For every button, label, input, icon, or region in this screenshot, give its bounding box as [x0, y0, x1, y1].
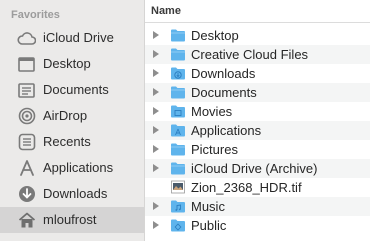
file-name: Movies: [191, 104, 233, 119]
home-icon: [17, 211, 36, 229]
folder-icon: [171, 86, 185, 99]
column-header-name[interactable]: Name: [145, 0, 370, 23]
download-icon: [17, 185, 36, 203]
sidebar-item-recents[interactable]: Recents: [0, 129, 144, 155]
disclosure-triangle-icon[interactable]: [153, 221, 159, 229]
disclosure-triangle-icon[interactable]: [153, 107, 159, 115]
list-item[interactable]: Desktop: [145, 26, 370, 45]
list-item[interactable]: Downloads: [145, 64, 370, 83]
folder-icon: [171, 29, 185, 42]
folder-icon: [171, 162, 185, 175]
file-name: Music: [191, 199, 225, 214]
disclosure-triangle-icon[interactable]: [153, 164, 159, 172]
clock-icon: [17, 133, 36, 151]
file-name: Downloads: [191, 66, 256, 81]
documents-icon: [17, 81, 36, 99]
airdrop-icon: [17, 107, 36, 125]
list-item[interactable]: Documents: [145, 83, 370, 102]
list-item[interactable]: Movies: [145, 102, 370, 121]
disclosure-triangle-icon[interactable]: [153, 69, 159, 77]
downloads-folder-icon: [171, 67, 185, 80]
sidebar-item-label: Desktop: [43, 56, 91, 71]
sidebar-item-mloufrost[interactable]: mloufrost: [0, 207, 144, 233]
desktop-icon: [17, 55, 36, 73]
disclosure-triangle-icon[interactable]: [153, 88, 159, 96]
disclosure-triangle-icon[interactable]: [153, 145, 159, 153]
list-item[interactable]: Music: [145, 197, 370, 216]
sidebar-item-label: Documents: [43, 82, 109, 97]
list-item[interactable]: Pictures: [145, 140, 370, 159]
file-name: Creative Cloud Files: [191, 47, 309, 62]
sidebar-section-title: Favorites: [11, 9, 60, 21]
list-item[interactable]: Public: [145, 216, 370, 235]
sidebar-item-label: AirDrop: [43, 108, 88, 123]
cloud-icon: [17, 29, 36, 47]
applications-icon: [17, 159, 36, 177]
file-name: Zion_2368_HDR.tif: [191, 180, 302, 195]
sidebar-item-icloud-drive[interactable]: iCloud Drive: [0, 25, 144, 51]
disclosure-triangle-icon[interactable]: [153, 31, 159, 39]
list-item[interactable]: Applications: [145, 121, 370, 140]
image-file-icon: [171, 180, 185, 194]
sidebar-item-label: Recents: [43, 134, 91, 149]
sidebar: Favorites iCloud Drive Desktop Documents…: [0, 0, 145, 241]
public-folder-icon: [171, 219, 185, 232]
applications-folder-icon: [171, 124, 185, 137]
sidebar-item-airdrop[interactable]: AirDrop: [0, 103, 144, 129]
folder-icon: [171, 48, 185, 61]
disclosure-triangle-icon[interactable]: [153, 50, 159, 58]
music-folder-icon: [171, 200, 185, 213]
list-item[interactable]: Creative Cloud Files: [145, 45, 370, 64]
list-item[interactable]: Zion_2368_HDR.tif: [145, 178, 370, 197]
disclosure-triangle-icon[interactable]: [153, 202, 159, 210]
sidebar-item-documents[interactable]: Documents: [0, 77, 144, 103]
sidebar-item-desktop[interactable]: Desktop: [0, 51, 144, 77]
sidebar-item-label: mloufrost: [43, 212, 97, 227]
file-name: Desktop: [191, 28, 239, 43]
folder-icon: [171, 143, 185, 156]
sidebar-item-label: Applications: [43, 160, 114, 175]
file-name: Applications: [191, 123, 262, 138]
movies-folder-icon: [171, 105, 185, 118]
sidebar-item-downloads[interactable]: Downloads: [0, 181, 144, 207]
file-name: Public: [191, 218, 227, 233]
file-name: Pictures: [191, 142, 238, 157]
file-name: Documents: [191, 85, 257, 100]
list-item[interactable]: iCloud Drive (Archive): [145, 159, 370, 178]
sidebar-item-label: Downloads: [43, 186, 108, 201]
sidebar-item-label: iCloud Drive: [43, 30, 114, 45]
column-header-label: Name: [151, 5, 181, 17]
file-list: Name Desktop Creative Cloud Files Downlo…: [145, 0, 370, 241]
file-name: iCloud Drive (Archive): [191, 161, 318, 176]
disclosure-triangle-icon[interactable]: [153, 126, 159, 134]
sidebar-item-applications[interactable]: Applications: [0, 155, 144, 181]
